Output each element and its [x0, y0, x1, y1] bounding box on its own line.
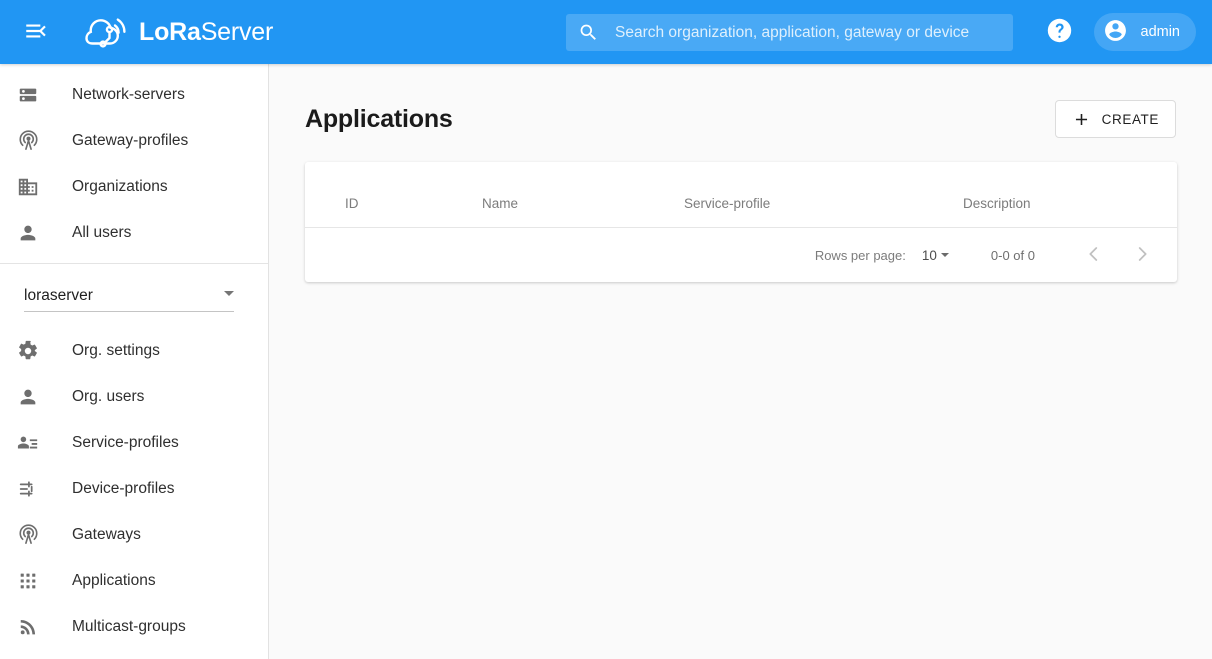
sidebar-item-device-profiles[interactable]: Device-profiles [0, 466, 268, 512]
sidebar: Network-servers Gateway-profiles [0, 64, 269, 659]
rows-per-page-select[interactable]: 10 [922, 248, 949, 263]
search-input[interactable] [613, 14, 1001, 51]
sidebar-item-service-profiles[interactable]: Service-profiles [0, 420, 268, 466]
top-app-bar: LoRaServer [0, 0, 1212, 64]
page-title: Applications [305, 105, 453, 134]
appbar-actions: admin [1044, 0, 1197, 64]
rss-feed-icon [16, 615, 40, 639]
apps-grid-icon [16, 569, 40, 593]
menu-open-icon [23, 18, 49, 47]
sidebar-item-gateway-profiles[interactable]: Gateway-profiles [0, 118, 268, 164]
dns-server-icon [16, 83, 40, 107]
sidebar-item-label: Org. users [72, 388, 144, 406]
brand-bold: LoRa [139, 18, 201, 46]
organization-select[interactable]: loraserver [24, 280, 234, 312]
chevron-down-icon [224, 291, 234, 296]
sidebar-item-label: Device-profiles [72, 480, 175, 498]
sidebar-item-applications[interactable]: Applications [0, 558, 268, 604]
account-circle-icon [1103, 18, 1128, 47]
sidebar-org-section: Org. settings Org. users Service-pr [0, 312, 268, 650]
tune-sliders-icon [16, 477, 40, 501]
cell-tower-icon [16, 129, 40, 153]
column-header-id[interactable]: ID [305, 162, 482, 228]
sidebar-item-label: All users [72, 224, 131, 242]
column-header-name[interactable]: Name [482, 162, 684, 228]
sidebar-item-label: Network-servers [72, 86, 185, 104]
table-header: ID Name Service-profile Description [305, 162, 1177, 228]
organization-select-value: loraserver [24, 287, 93, 305]
sidebar-item-label: Multicast-groups [72, 618, 186, 636]
sidebar-item-label: Org. settings [72, 342, 160, 360]
page-header: Applications CREATE [269, 64, 1212, 138]
account-menu-button[interactable]: admin [1094, 13, 1197, 51]
chevron-left-icon [1083, 243, 1105, 268]
gear-icon [16, 339, 40, 363]
person-icon [16, 221, 40, 245]
previous-page-button[interactable] [1077, 238, 1111, 272]
create-button[interactable]: CREATE [1055, 100, 1176, 138]
sidebar-item-organizations[interactable]: Organizations [0, 164, 268, 210]
organization-selector-wrap: loraserver [0, 264, 268, 312]
column-header-description[interactable]: Description [963, 162, 1177, 228]
chevron-down-icon [941, 253, 949, 257]
rows-per-page-label: Rows per page: [815, 248, 906, 263]
create-button-label: CREATE [1102, 112, 1159, 127]
global-search[interactable] [566, 14, 1013, 51]
help-button[interactable] [1044, 16, 1076, 48]
sidebar-global-section: Network-servers Gateway-profiles [0, 64, 268, 256]
brand-text: LoRaServer [139, 18, 273, 47]
sidebar-item-multicast-groups[interactable]: Multicast-groups [0, 604, 268, 650]
sidebar-item-label: Applications [72, 572, 156, 590]
rows-per-page-value: 10 [922, 248, 937, 263]
cell-tower-icon [16, 523, 40, 547]
search-icon [578, 22, 599, 43]
sidebar-item-network-servers[interactable]: Network-servers [0, 72, 268, 118]
applications-card: ID Name Service-profile Description Rows… [305, 162, 1177, 282]
sidebar-item-label: Service-profiles [72, 434, 179, 452]
sidebar-item-label: Gateways [72, 526, 141, 544]
person-list-icon [16, 431, 40, 455]
brand-light: Server [201, 18, 273, 46]
loraserver-cloud-logo [84, 13, 130, 51]
sidebar-item-org-users[interactable]: Org. users [0, 374, 268, 420]
next-page-button[interactable] [1125, 238, 1159, 272]
pagination-range-label: 0-0 of 0 [991, 248, 1035, 263]
chevron-right-icon [1131, 243, 1153, 268]
app-root: LoRaServer [0, 0, 1212, 659]
account-label: admin [1141, 24, 1181, 40]
applications-table: ID Name Service-profile Description [305, 162, 1177, 228]
person-icon [16, 385, 40, 409]
column-header-service-profile[interactable]: Service-profile [684, 162, 963, 228]
table-header-row: ID Name Service-profile Description [305, 162, 1177, 228]
sidebar-item-all-users[interactable]: All users [0, 210, 268, 256]
table-pagination: Rows per page: 10 0-0 of 0 [305, 228, 1177, 282]
sidebar-item-label: Gateway-profiles [72, 132, 188, 150]
sidebar-item-org-settings[interactable]: Org. settings [0, 328, 268, 374]
menu-open-button[interactable] [12, 8, 60, 56]
brand-logo-group[interactable]: LoRaServer [84, 10, 273, 54]
sidebar-item-gateways[interactable]: Gateways [0, 512, 268, 558]
help-circle-icon [1046, 17, 1073, 47]
business-building-icon [16, 175, 40, 199]
main-content: Applications CREATE ID Name Service-prof… [269, 64, 1212, 659]
plus-icon [1072, 110, 1091, 129]
sidebar-item-label: Organizations [72, 178, 168, 196]
